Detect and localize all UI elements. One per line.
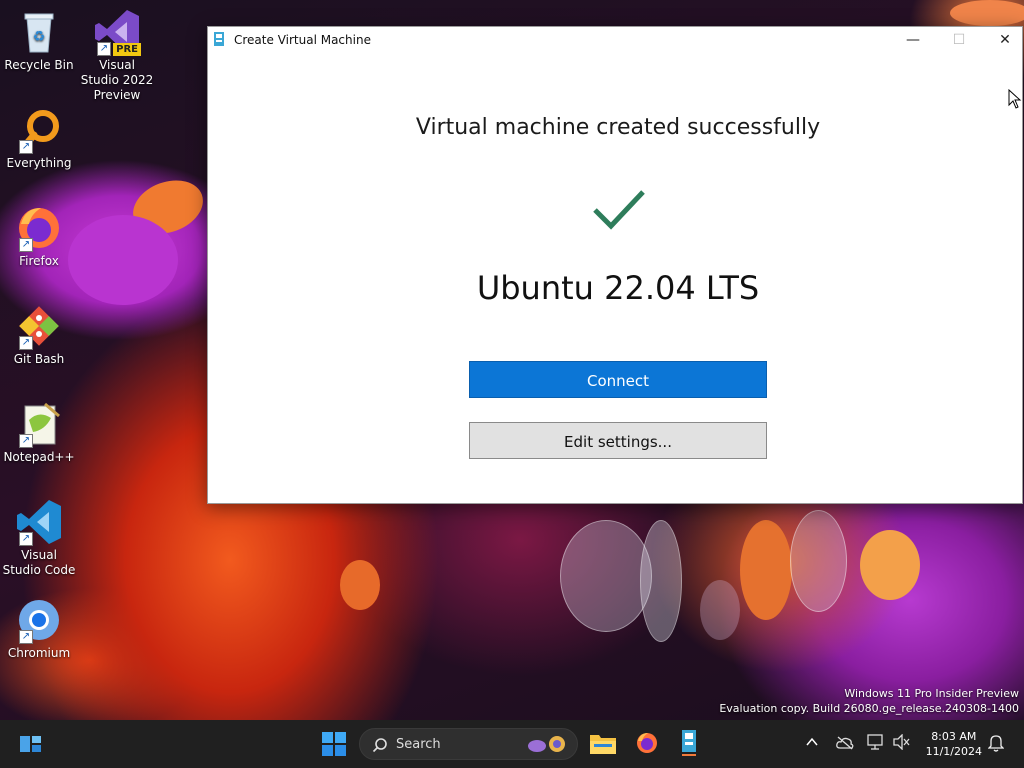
desktop-icon-chromium[interactable]: ↗ Chromium	[1, 596, 77, 661]
speaker-muted-icon	[893, 733, 910, 751]
desktop-icon-visual-studio-2022-preview[interactable]: PRE ↗ Visual Studio 2022 Preview	[79, 8, 155, 103]
desktop-icon-label: Everything	[6, 156, 72, 170]
everything-search-icon: ↗	[15, 106, 63, 154]
desktop-icon-label: Visual Studio Code	[2, 548, 76, 577]
desktop-icon-visual-studio-code[interactable]: ↗ Visual Studio Code	[1, 498, 77, 578]
success-checkmark-icon	[593, 190, 645, 230]
onedrive-status-button[interactable]	[836, 735, 854, 754]
windows-logo-icon	[322, 732, 346, 756]
create-vm-window: Create Virtual Machine — ☐ ✕ Virtual mac…	[207, 26, 1023, 504]
taskbar: Search 8:03 AM 11/1/2024	[0, 720, 1024, 768]
shortcut-arrow-icon: ↗	[19, 434, 33, 448]
desktop-icon-label: Chromium	[7, 646, 71, 660]
chromium-icon: ↗	[15, 596, 63, 644]
cloud-off-icon	[836, 736, 854, 750]
taskbar-search-box[interactable]: Search	[359, 728, 578, 760]
edit-settings-button[interactable]: Edit settings...	[469, 422, 767, 459]
firefox-icon	[637, 733, 657, 753]
watermark-line-1: Windows 11 Pro Insider Preview	[844, 687, 1019, 700]
search-highlight-icon	[528, 736, 565, 752]
shortcut-arrow-icon: ↗	[19, 336, 33, 350]
mouse-cursor-icon	[1008, 89, 1022, 109]
search-icon	[372, 738, 387, 753]
svg-text:♻: ♻	[33, 29, 46, 45]
vscode-icon: ↗	[15, 498, 63, 546]
desktop-icon-label: Git Bash	[13, 352, 65, 366]
shortcut-arrow-icon: ↗	[19, 532, 33, 546]
chevron-up-icon	[806, 737, 818, 746]
preview-badge: PRE	[113, 43, 141, 56]
desktop-icon-git-bash[interactable]: ↗ Git Bash	[1, 302, 77, 367]
visual-studio-icon: PRE ↗	[93, 8, 141, 56]
taskbar-firefox[interactable]	[635, 731, 659, 759]
notifications-button[interactable]	[987, 734, 1005, 756]
search-placeholder: Search	[396, 737, 441, 752]
desktop-icon-label: Notepad++	[3, 450, 75, 464]
taskbar-file-explorer[interactable]	[590, 732, 616, 758]
network-status-button[interactable]	[867, 734, 885, 754]
windows-evaluation-watermark: Windows 11 Pro Insider Preview Evaluatio…	[719, 686, 1019, 716]
hyper-v-app-icon	[682, 730, 696, 756]
recycle-bin-icon: ♻	[15, 8, 63, 56]
widgets-button[interactable]	[20, 734, 42, 758]
clock-time: 8:03 AM	[931, 730, 977, 743]
shortcut-arrow-icon: ↗	[19, 238, 33, 252]
widgets-icon	[20, 736, 41, 752]
vm-name: Ubuntu 22.04 LTS	[476, 269, 760, 307]
shortcut-arrow-icon: ↗	[97, 42, 111, 56]
shortcut-arrow-icon: ↗	[19, 140, 33, 154]
network-icon	[867, 734, 883, 750]
desktop-icon-notepad-plus-plus[interactable]: ↗ Notepad++	[1, 400, 77, 465]
desktop-icon-firefox[interactable]: ↗ Firefox	[1, 204, 77, 269]
show-hidden-icons-button[interactable]	[805, 735, 819, 753]
desktop-icon-everything[interactable]: ↗ Everything	[1, 106, 77, 171]
taskbar-hyper-v-quick-create[interactable]	[678, 730, 700, 760]
volume-status-button[interactable]	[893, 733, 911, 754]
maximize-button[interactable]: ☐	[936, 27, 982, 53]
firefox-icon: ↗	[15, 204, 63, 252]
success-heading: Virtual machine created successfully	[415, 115, 821, 140]
bell-icon	[987, 735, 1005, 752]
close-button[interactable]: ✕	[982, 27, 1024, 53]
start-button[interactable]	[322, 732, 346, 760]
desktop-icon-label: Recycle Bin	[4, 58, 74, 72]
clock-date: 11/1/2024	[925, 745, 982, 758]
desktop-icon-recycle-bin[interactable]: ♻ Recycle Bin	[1, 8, 77, 73]
window-titlebar[interactable]: Create Virtual Machine — ☐ ✕	[208, 27, 1022, 53]
window-title: Create Virtual Machine	[234, 33, 371, 47]
folder-icon	[590, 735, 616, 754]
git-bash-icon: ↗	[15, 302, 63, 350]
desktop-icon-label: Visual Studio 2022 Preview	[80, 58, 154, 102]
watermark-line-2: Evaluation copy. Build 26080.ge_release.…	[719, 702, 1019, 715]
taskbar-clock[interactable]: 8:03 AM 11/1/2024	[926, 729, 982, 759]
shortcut-arrow-icon: ↗	[19, 630, 33, 644]
hyper-v-app-icon	[214, 32, 224, 46]
desktop-icon-label: Firefox	[19, 254, 59, 268]
notepad-plus-plus-icon: ↗	[15, 400, 63, 448]
minimize-button[interactable]: —	[890, 27, 936, 53]
window-content: Virtual machine created successfully Ubu…	[208, 53, 1022, 503]
connect-button[interactable]: Connect	[469, 361, 767, 398]
